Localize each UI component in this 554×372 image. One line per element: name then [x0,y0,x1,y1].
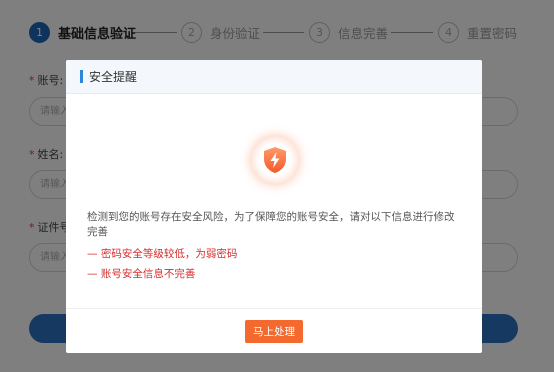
title-accent-bar [80,70,83,83]
dialog-title: 安全提醒 [89,70,138,84]
dialog-header: 安全提醒 [66,60,482,94]
risk-item-incomplete-info: — 账号安全信息不完善 [87,268,196,280]
handle-now-button[interactable]: 马上处理 [245,320,303,343]
alert-message: 检测到您的账号存在安全风险，为了保障您的账号安全，请对以下信息进行修改完善 [87,211,455,238]
risk-item-weak-password: — 密码安全等级较低，为弱密码 [87,248,238,260]
security-alert-dialog: 安全提醒 检测到您的账号存在安全风险，为了保障您的账号安全，请对以下信息进行修改… [66,60,482,353]
shield-lightning-icon [250,135,300,185]
footer-divider [66,308,482,309]
